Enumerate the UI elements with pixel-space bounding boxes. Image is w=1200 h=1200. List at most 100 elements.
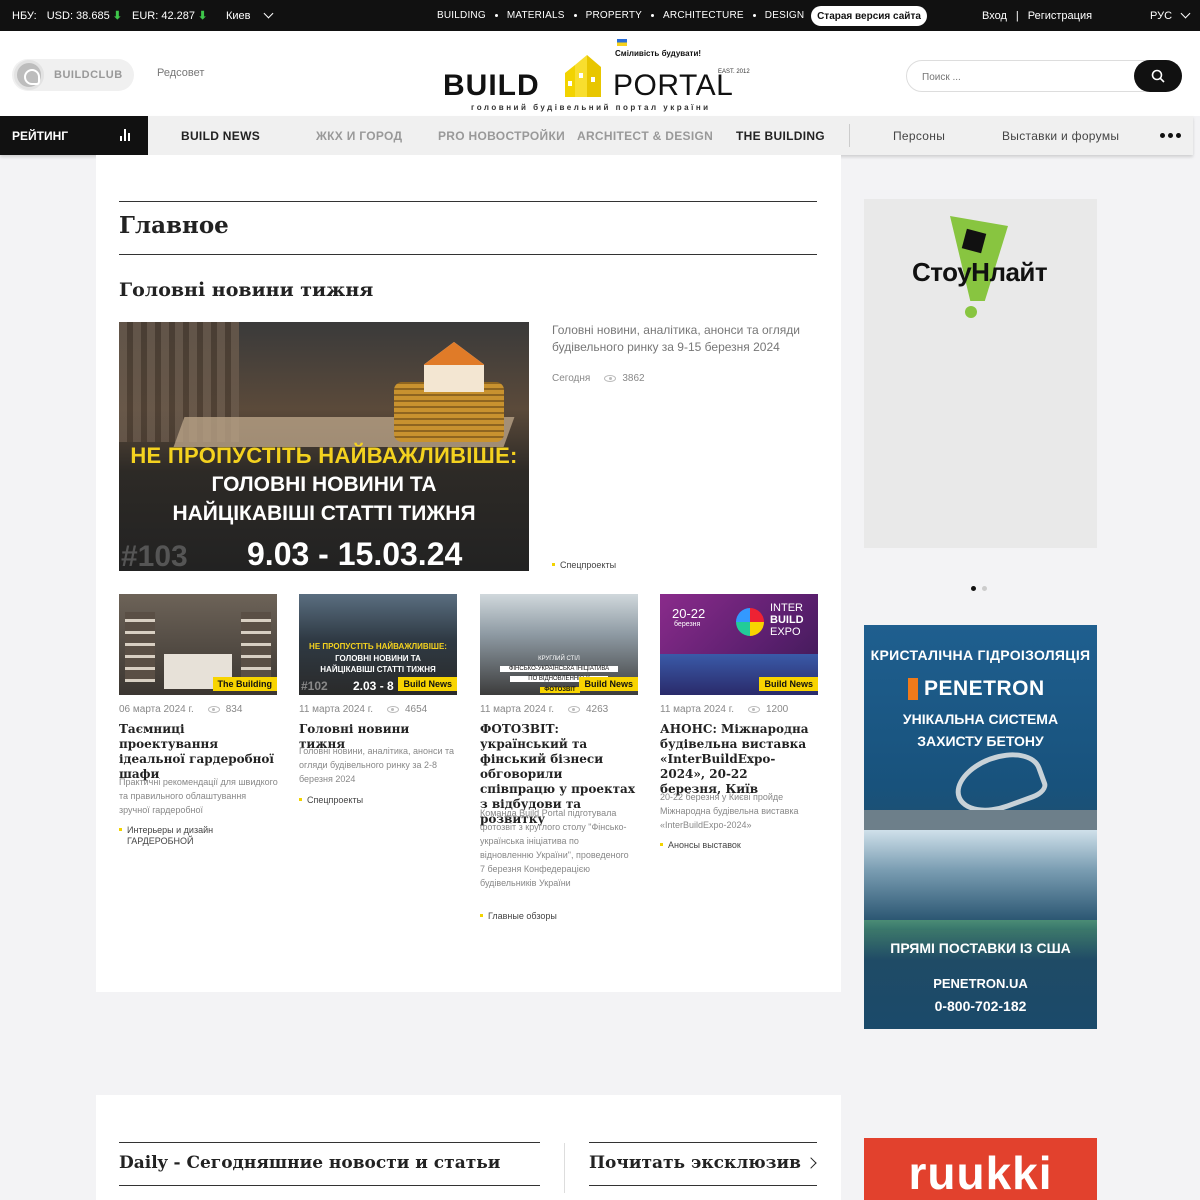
ukraine-flag-icon (617, 39, 627, 46)
wardrobe-shelf (241, 612, 271, 682)
category-badge[interactable]: Build News (759, 677, 818, 691)
bridge-shape (864, 810, 1097, 830)
card-date: 11 марта 2024 г. (299, 704, 373, 715)
buildclub-label: BUILDCLUB (54, 69, 123, 81)
card-image-line1: КРУГЛИЙ СТІЛ (538, 656, 580, 662)
water-shape (864, 830, 1097, 930)
exclamation-dot (965, 306, 977, 318)
brand-mark-icon (908, 678, 918, 700)
penetron-ad[interactable]: КРИСТАЛІЧНА ГІДРОІЗОЛЯЦІЯ PENETRON УНІКА… (864, 625, 1097, 1029)
card-views-count: 834 (225, 704, 243, 715)
eur-rate: EUR: 42.287 ⬇ (131, 10, 208, 22)
card-title[interactable]: АНОНС: Міжнародна будівельна виставка «I… (660, 722, 810, 797)
card-image-line2: ГОЛОВНІ НОВИНИ ТА (335, 654, 421, 663)
hero-summary[interactable]: Головні новини, аналітика, анонси та огл… (552, 322, 822, 356)
card-image[interactable]: КРУГЛИЙ СТІЛ ФІНСЬКО-УКРАЇНСЬКА ІНІЦІАТИ… (480, 594, 638, 695)
auth-divider: | (1015, 9, 1019, 22)
ad-line: 0-800-702-182 (934, 998, 1027, 1014)
ad-line: КРИСТАЛІЧНА ГІДРОІЗОЛЯЦІЯ (870, 647, 1091, 663)
ad-line: УНІКАЛЬНА СИСТЕМА (902, 711, 1059, 727)
category-badge[interactable]: Build News (579, 677, 638, 691)
more-menu-icon[interactable] (1160, 133, 1181, 138)
card-image-line2: ФІНСЬКО-УКРАЇНСЬКА ІНІЦІАТИВА (500, 666, 618, 672)
page-title: Главное (119, 212, 229, 239)
card-views: 834 (207, 704, 243, 715)
section-title[interactable]: Головні новини тижня (119, 279, 373, 301)
column-divider (564, 1143, 565, 1193)
logo-subtitle: головний будівельний портал україни (471, 103, 711, 112)
daily-section-title[interactable]: Daily - Сегодняшние новости и статьи (119, 1153, 500, 1173)
down-arrow-icon: ⬇ (112, 10, 122, 22)
card-image[interactable]: The Building (119, 594, 277, 695)
card-image-dates: 2.03 - 8 (353, 679, 394, 693)
card-tag[interactable]: Интерьеры и дизайн ГАРДЕРОБНОЙ (119, 825, 229, 847)
login-link[interactable]: Вход (982, 10, 1007, 22)
divider (589, 1142, 817, 1143)
nav-item-pro-novostroyki[interactable]: PRO НОВОСТРОЙКИ (438, 116, 565, 155)
stonelight-ad[interactable]: СтоуНлайт (864, 199, 1097, 548)
card-image-dates: 20-22 (672, 606, 706, 621)
card-image-brand1: INTER (770, 602, 803, 614)
card-tag[interactable]: Спецпроекты (299, 795, 363, 806)
nav-item-persons[interactable]: Персоны (893, 116, 945, 155)
usd-rate: USD: 38.685 ⬇ (46, 10, 122, 22)
currency-rates: НБУ: USD: 38.685 ⬇ EUR: 42.287 ⬇ (12, 0, 207, 31)
ad-line: ЗАХИСТУ БЕТОНУ (917, 733, 1044, 749)
rating-button[interactable]: РЕЙТИНГ (0, 116, 148, 155)
redsovet-link[interactable]: Редсовет (157, 67, 204, 79)
register-link[interactable]: Регистрация (1028, 10, 1092, 22)
city-select[interactable]: Киев (226, 0, 273, 31)
category-badge[interactable]: The Building (212, 677, 277, 691)
card-tag[interactable]: Анонсы выставок (660, 840, 741, 851)
nav-item-the-building[interactable]: THE BUILDING (736, 116, 825, 155)
main-nav: РЕЙТИНГ BUILD NEWS ЖКХ И ГОРОД PRO НОВОС… (0, 116, 1193, 155)
eye-icon (747, 706, 760, 713)
hero-tag[interactable]: Спецпроекты (552, 560, 616, 571)
exclusive-section-title[interactable]: Почитать эксклюзив (589, 1153, 801, 1173)
wardrobe-shelf (125, 612, 155, 682)
hero-image[interactable]: НЕ ПРОПУСТІТЬ НАЙВАЖЛИВІШЕ: ГОЛОВНІ НОВИ… (119, 322, 529, 571)
section-link-architecture[interactable]: ARCHITECTURE (663, 10, 744, 21)
section-link-building[interactable]: BUILDING (437, 10, 486, 21)
nav-item-exhibitions[interactable]: Выставки и форумы (1002, 116, 1119, 155)
card-meta: 11 марта 2024 г. 4263 (480, 704, 608, 715)
site-logo[interactable]: Сміливість будувати! BUILD PORTAL EAST. … (443, 39, 753, 115)
search-input[interactable] (922, 68, 1122, 86)
house-icon (424, 342, 484, 392)
buildclub-button[interactable]: BUILDCLUB (12, 59, 134, 91)
old-site-button[interactable]: Старая версия сайта (811, 6, 927, 26)
category-badge[interactable]: Build News (398, 677, 457, 691)
hero-image-line2: ГОЛОВНІ НОВИНИ ТА (211, 473, 437, 496)
separator-dot (651, 14, 655, 17)
separator-dot (573, 14, 577, 17)
card-views-count: 4654 (404, 704, 428, 715)
card-views: 4654 (386, 704, 428, 715)
language-select[interactable]: РУС (1150, 0, 1191, 31)
card-tag[interactable]: Главные обзоры (480, 911, 557, 922)
hero-meta: Сегодня 3862 (552, 373, 645, 384)
nav-item-zhkh[interactable]: ЖКХ И ГОРОД (316, 116, 402, 155)
expo-logo-icon (736, 608, 764, 636)
section-link-design[interactable]: DESIGN (765, 10, 805, 21)
carousel-dot-active[interactable] (971, 586, 976, 591)
eye-icon (567, 706, 580, 713)
search-button[interactable] (1134, 60, 1182, 92)
carousel-dots (971, 586, 987, 591)
card-description: 20-22 березня у Києві пройде Міжнародна … (660, 792, 799, 830)
ruukki-ad[interactable]: ruukki (864, 1138, 1097, 1200)
card-image[interactable]: 20-22 березня INTER BUILD EXPO Build New… (660, 594, 818, 695)
card-image-line3: НАЙЦІКАВІШІ СТАТТІ ТИЖНЯ (320, 665, 436, 674)
card-image-brand3: EXPO (770, 626, 801, 638)
card-title[interactable]: Таємниці проектування ідеальної гардероб… (119, 722, 279, 782)
section-link-materials[interactable]: MATERIALS (507, 10, 565, 21)
card-views-count: 1200 (765, 704, 789, 715)
logo-slogan: Сміливість будувати! (615, 49, 702, 58)
card-image[interactable]: НЕ ПРОПУСТІТЬ НАЙВАЖЛИВІШЕ: ГОЛОВНІ НОВИ… (299, 594, 457, 695)
logo-build-text: BUILD (443, 69, 540, 102)
nav-item-architect-design[interactable]: ARCHITECT & DESIGN (577, 116, 713, 155)
nav-item-build-news[interactable]: BUILD NEWS (181, 116, 260, 155)
carousel-dot[interactable] (982, 586, 987, 591)
top-bar: НБУ: USD: 38.685 ⬇ EUR: 42.287 ⬇ Киев BU… (0, 0, 1200, 31)
section-link-property[interactable]: PROPERTY (586, 10, 642, 21)
nbu-label: НБУ: (12, 9, 37, 22)
